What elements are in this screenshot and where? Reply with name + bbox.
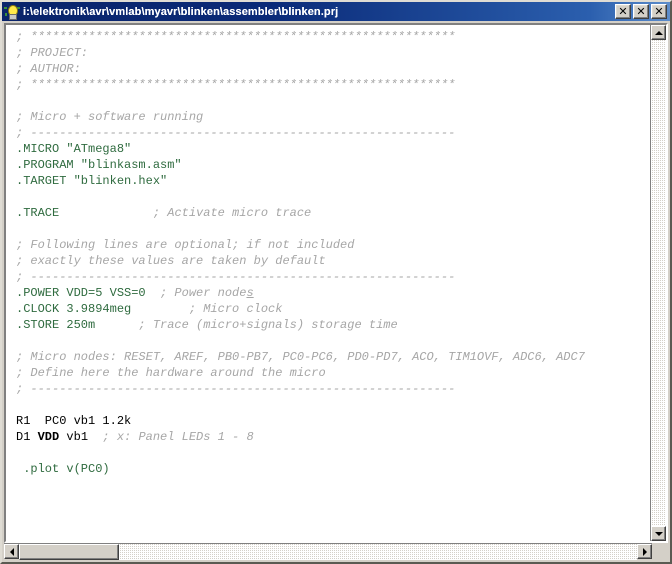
code-segment: ; xyxy=(16,78,31,92)
code-line: ; --------------------------------------… xyxy=(16,125,650,141)
code-line: R1 PC0 vb1 1.2k xyxy=(16,413,650,429)
code-segment: ; --------------------------------------… xyxy=(16,382,456,396)
code-segment: ; PROJECT: xyxy=(16,46,89,60)
code-segment: s xyxy=(246,286,254,300)
code-line: .TRACE ; Activate micro trace xyxy=(16,205,650,221)
code-line: .TARGET "blinken.hex" xyxy=(16,173,650,189)
minimize-button[interactable]: ✕ xyxy=(615,4,631,19)
code-segment: ; AUTHOR: xyxy=(16,62,81,76)
code-line: .plot v(PC0) xyxy=(16,461,650,477)
close-button[interactable]: ✕ xyxy=(651,4,667,19)
code-editor[interactable]: ; **************************************… xyxy=(6,25,650,541)
code-segment: ; Following lines are optional; if not i… xyxy=(16,238,355,252)
scroll-up-arrow[interactable] xyxy=(651,25,666,40)
code-segment: ; Trace (micro+signals) storage time xyxy=(95,318,398,332)
vertical-scrollbar[interactable] xyxy=(650,25,666,541)
code-segment: ; xyxy=(16,30,31,44)
code-line: ; **************************************… xyxy=(16,29,650,45)
code-segment: ; Define here the hardware around the mi… xyxy=(16,366,326,380)
scroll-left-arrow[interactable] xyxy=(4,544,19,559)
editor-frame: ; **************************************… xyxy=(4,23,668,543)
code-segment: VDD xyxy=(37,430,60,444)
client-area: ; **************************************… xyxy=(2,21,670,562)
scrollbar-corner xyxy=(652,543,668,560)
code-segment: .POWER VDD=5 VSS=0 xyxy=(16,286,146,300)
window-title: i:\elektronik\avr\vmlab\myavr\blinken\as… xyxy=(23,5,339,18)
code-segment: .PROGRAM "blinkasm.asm" xyxy=(16,158,182,172)
code-segment: D1 xyxy=(16,430,38,444)
scroll-right-arrow[interactable] xyxy=(637,544,652,559)
code-segment: R1 PC0 vb1 1.2k xyxy=(16,414,132,428)
title-bar[interactable]: i:\elektronik\avr\vmlab\myavr\blinken\as… xyxy=(2,2,670,21)
scroll-down-arrow[interactable] xyxy=(651,526,666,541)
code-line: ; exactly these values are taken by defa… xyxy=(16,253,650,269)
lightbulb-icon xyxy=(4,4,20,20)
code-segment: ; Micro + software running xyxy=(16,110,204,124)
code-line: D1 VDD vb1 ; x: Panel LEDs 1 - 8 xyxy=(16,429,650,445)
code-line: .CLOCK 3.9894meg ; Micro clock xyxy=(16,301,650,317)
code-segment: ; --------------------------------------… xyxy=(16,270,456,284)
code-segment: ; Micro clock xyxy=(131,302,283,316)
code-line: ; AUTHOR: xyxy=(16,61,650,77)
code-segment: ; exactly these values are taken by defa… xyxy=(16,254,326,268)
code-line: ; Micro nodes: RESET, AREF, PB0-PB7, PC0… xyxy=(16,349,650,365)
code-segment: .TARGET "blinken.hex" xyxy=(16,174,168,188)
code-line: .POWER VDD=5 VSS=0 ; Power nodes xyxy=(16,285,650,301)
code-segment: .STORE 250m xyxy=(16,318,96,332)
code-segment: ****************************************… xyxy=(30,78,456,92)
code-segment: ; --------------------------------------… xyxy=(16,126,456,140)
code-line: ; Micro + software running xyxy=(16,109,650,125)
editor-column: ; **************************************… xyxy=(6,25,650,541)
code-line: .STORE 250m ; Trace (micro+signals) stor… xyxy=(16,317,650,333)
code-line: .MICRO "ATmega8" xyxy=(16,141,650,157)
code-segment: .MICRO "ATmega8" xyxy=(16,142,132,156)
code-segment: ; Activate micro trace xyxy=(59,206,312,220)
code-line: ; --------------------------------------… xyxy=(16,269,650,285)
code-line: .PROGRAM "blinkasm.asm" xyxy=(16,157,650,173)
code-segment: ; x: Panel LEDs 1 - 8 xyxy=(88,430,254,444)
code-line: ; --------------------------------------… xyxy=(16,381,650,397)
code-segment: vb1 xyxy=(59,430,89,444)
code-line: ; Define here the hardware around the mi… xyxy=(16,365,650,381)
code-segment: ****************************************… xyxy=(30,30,456,44)
horizontal-scrollbar[interactable] xyxy=(4,543,652,560)
code-segment: ; Micro nodes: RESET, AREF, PB0-PB7, PC0… xyxy=(16,350,585,364)
window-controls: ✕ ✕ ✕ xyxy=(615,4,669,19)
code-segment: ; Power node xyxy=(145,286,247,300)
editor-window: i:\elektronik\avr\vmlab\myavr\blinken\as… xyxy=(0,0,672,564)
code-segment: .CLOCK 3.9894meg xyxy=(16,302,132,316)
vertical-scroll-track[interactable] xyxy=(651,40,666,526)
code-line: ; Following lines are optional; if not i… xyxy=(16,237,650,253)
code-segment: .TRACE xyxy=(16,206,60,220)
horizontal-scrollbar-row xyxy=(4,543,668,560)
code-line: ; **************************************… xyxy=(16,77,650,93)
code-line: ; PROJECT: xyxy=(16,45,650,61)
horizontal-scroll-track[interactable] xyxy=(19,544,637,560)
code-segment: .plot v(PC0) xyxy=(16,462,110,476)
maximize-button[interactable]: ✕ xyxy=(633,4,649,19)
horizontal-scroll-thumb[interactable] xyxy=(19,544,119,560)
